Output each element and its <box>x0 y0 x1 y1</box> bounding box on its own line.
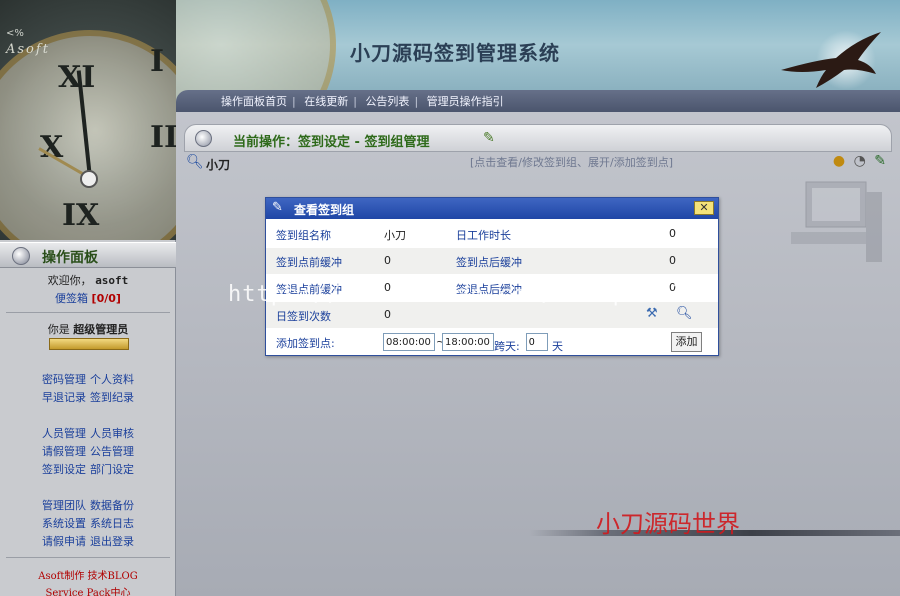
start-time-input[interactable] <box>383 333 435 351</box>
computer-decoration <box>791 181 882 262</box>
menu-leave-manage[interactable]: 请假管理 <box>42 445 86 458</box>
group-bar: 🔍︎ 小刀 [点击查看/修改签到组、展开/添加签到点] ● ◔ ✎ <box>184 152 892 174</box>
group-hint: [点击查看/修改签到组、展开/添加签到点] <box>470 156 673 169</box>
role-level-bar <box>49 338 129 350</box>
view-group-dialog: ✎ 查看签到组 ✕ 签到组名称 小刀 日工作时长 0 签到点前缓冲 0 签到点后… <box>265 197 719 356</box>
label-checkin-before: 签到点前缓冲 <box>276 256 342 269</box>
wrench-icon[interactable]: ⚒ <box>646 306 658 321</box>
header-banner: 小刀源码签到管理系统 操作面板首页 | 在线更新 | 公告列表 | 管理员操作指引 <box>176 0 900 112</box>
dialog-icon: ✎ <box>272 200 283 215</box>
menu-profile[interactable]: 个人资料 <box>90 373 134 386</box>
menu-system-settings[interactable]: 系统设置 <box>42 517 86 530</box>
dialog-row: 签到组名称 小刀 日工作时长 0 <box>266 221 718 247</box>
username: asoft <box>95 274 129 287</box>
label-daily-count: 日签到次数 <box>276 310 331 323</box>
group-tools: ● ◔ ✎ <box>829 153 886 169</box>
footer-credit[interactable]: Asoft制作 技术BLOG <box>0 567 176 582</box>
eagle-icon <box>781 32 881 88</box>
role: 超级管理员 <box>73 323 129 336</box>
menu-system-log[interactable]: 系统日志 <box>90 517 134 530</box>
menu-checkin-record[interactable]: 签到纪录 <box>90 391 134 404</box>
add-point-row: 添加签到点: ~ 跨天: 天 添加 <box>266 329 718 355</box>
label-cross-day: 跨天: <box>494 340 520 353</box>
label-group-name: 签到组名称 <box>276 229 331 242</box>
menu-staff-review[interactable]: 人员审核 <box>90 427 134 440</box>
footer-service[interactable]: Service Pack中心 <box>0 584 176 596</box>
dialog-titlebar[interactable]: ✎ 查看签到组 ✕ <box>266 198 718 219</box>
dialog-row: 签到点前缓冲 0 签到点后缓冲 0 <box>266 248 718 274</box>
brand-mark: <% <box>6 28 24 39</box>
orb-icon <box>195 130 212 147</box>
brand-logo: Asoft <box>6 42 50 57</box>
role-line: 你是 超级管理员 <box>47 323 129 336</box>
nav-notices[interactable]: 公告列表 <box>360 95 414 108</box>
close-button[interactable]: ✕ <box>694 201 714 215</box>
dialog-title: 查看签到组 <box>294 203 355 217</box>
value-work-hours: 0 <box>669 227 676 240</box>
menu-staff[interactable]: 人员管理 <box>42 427 86 440</box>
group-name[interactable]: 小刀 <box>206 156 230 173</box>
menu-department[interactable]: 部门设定 <box>90 463 134 476</box>
value-checkin-before: 0 <box>384 254 391 267</box>
current-operation-bar: 当前操作：签到设定 - 签到组管理 ✎ <box>184 124 892 152</box>
cross-day-input[interactable] <box>526 333 548 351</box>
app-title: 小刀源码签到管理系统 <box>350 41 560 65</box>
nav-online-update[interactable]: 在线更新 <box>299 95 353 108</box>
end-time-input[interactable] <box>442 333 494 351</box>
label-checkin-after: 签到点后缓冲 <box>456 256 522 269</box>
menu-backup[interactable]: 数据备份 <box>90 499 134 512</box>
nav-home[interactable]: 操作面板首页 <box>216 95 292 108</box>
value-daily-count: 0 <box>384 308 391 321</box>
panel-header: 操作面板 <box>0 242 176 268</box>
nav-admin-guide[interactable]: 管理员操作指引 <box>422 95 509 108</box>
edit-leaf-icon: ✎ <box>483 130 495 146</box>
current-operation: 当前操作：签到设定 - 签到组管理 <box>233 135 430 150</box>
menu-checkin-settings[interactable]: 签到设定 <box>42 463 86 476</box>
clock-banner: I II XI X IX <% Asoft <box>0 0 176 240</box>
memo-line: 便签箱 [0/0] <box>0 290 176 306</box>
value-group-name: 小刀 <box>384 229 406 242</box>
menu-leave-request[interactable]: 请假申请 <box>42 535 86 548</box>
magnifier-icon[interactable]: 🔍︎ <box>676 306 693 321</box>
label-day-unit: 天 <box>552 340 563 353</box>
menu-notice-manage[interactable]: 公告管理 <box>90 445 134 458</box>
label-add-point: 添加签到点: <box>276 337 335 350</box>
divider <box>6 557 170 558</box>
menu-early-leave[interactable]: 早退记录 <box>42 391 86 404</box>
menu-logout[interactable]: 退出登录 <box>90 535 134 548</box>
label-work-hours: 日工作时长 <box>456 229 511 242</box>
panel-orb-icon <box>12 247 30 265</box>
edit-icon[interactable]: ✎ <box>874 153 886 169</box>
add-button[interactable]: 添加 <box>671 332 702 352</box>
menu-group-manage: 人员管理 人员审核 请假管理 公告管理 签到设定 部门设定 <box>0 425 176 479</box>
url-watermark: https://www.huzhan.com/ishop3572 <box>228 282 684 307</box>
menu-team[interactable]: 管理团队 <box>42 499 86 512</box>
memo-count: [0/0] <box>91 292 121 305</box>
welcome-line: 欢迎你， asoft <box>47 274 129 287</box>
magnifier-icon[interactable]: 🔍︎ <box>186 154 204 170</box>
sidebar: I II XI X IX <% Asoft 操作面板 欢迎你， asoft 便签… <box>0 0 176 596</box>
person-icon[interactable]: ● <box>833 153 845 169</box>
menu-group-personal: 密码管理 个人资料 早退记录 签到纪录 <box>0 371 176 407</box>
panel-title: 操作面板 <box>42 250 98 266</box>
value-checkin-after: 0 <box>669 254 676 267</box>
menu-password[interactable]: 密码管理 <box>42 373 86 386</box>
clock-icon[interactable]: ◔ <box>854 153 866 169</box>
memo-link[interactable]: 便签箱 <box>55 292 88 305</box>
top-nav: 操作面板首页 | 在线更新 | 公告列表 | 管理员操作指引 <box>176 90 900 112</box>
divider <box>6 312 170 313</box>
menu-group-system: 管理团队 数据备份 系统设置 系统日志 请假申请 退出登录 <box>0 497 176 551</box>
watermark-text: 小刀源码世界 <box>596 510 740 538</box>
